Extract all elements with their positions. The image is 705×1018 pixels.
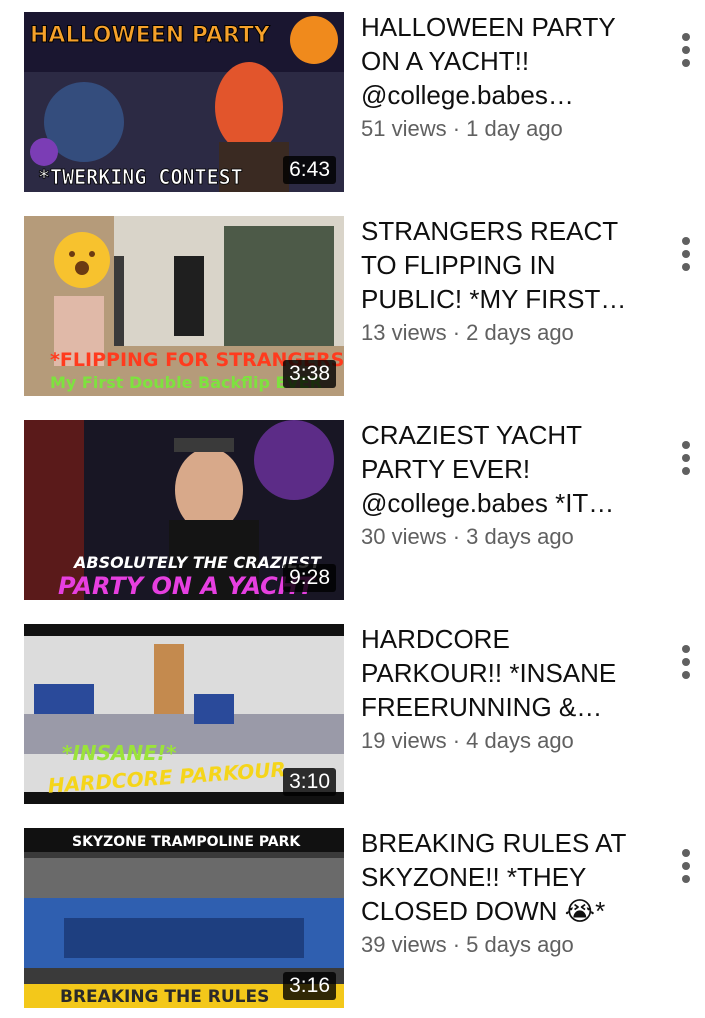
separator: · (446, 320, 467, 345)
video-stats: 13 views · 2 days ago (361, 318, 641, 348)
upload-age: 2 days ago (466, 320, 574, 345)
thumbnail-overlay-text: *TWERKING CONTEST (38, 165, 243, 189)
view-count: 51 views (361, 116, 447, 141)
thumbnail-overlay-text: SKYZONE TRAMPOLINE PARK (72, 834, 301, 850)
upload-age: 5 days ago (466, 932, 574, 957)
more-options-icon[interactable] (666, 436, 705, 480)
video-list: HALLOWEEN PARTY *TWERKING CONTEST 6:43 H… (0, 0, 705, 1018)
upload-age: 4 days ago (466, 728, 574, 753)
separator: · (446, 728, 467, 753)
video-meta[interactable]: CRAZIEST YACHT PARTY EVER! @college.babe… (361, 418, 641, 552)
duration-badge: 3:10 (283, 768, 336, 796)
view-count: 39 views (361, 932, 447, 957)
view-count: 13 views (361, 320, 447, 345)
video-thumbnail[interactable]: ABSOLUTELY THE CRAZIEST PARTY ON A YACHT… (24, 420, 344, 600)
video-meta[interactable]: STRANGERS REACT TO FLIPPING IN PUBLIC! *… (361, 214, 641, 348)
video-title[interactable]: STRANGERS REACT TO FLIPPING IN PUBLIC! *… (361, 214, 641, 316)
duration-badge: 3:16 (283, 972, 336, 1000)
thumbnail-overlay-text: PARTY ON A YACHT (58, 572, 316, 600)
video-stats: 51 views · 1 day ago (361, 114, 641, 144)
thumbnail-overlay-text: BREAKING THE RULES (60, 987, 269, 1007)
video-thumbnail[interactable]: *FLIPPING FOR STRANGERS My First Double … (24, 216, 344, 396)
separator: · (446, 932, 467, 957)
video-stats: 19 views · 4 days ago (361, 726, 641, 756)
video-title[interactable]: BREAKING RULES AT SKYZONE!! *THEY CLOSED… (361, 826, 641, 928)
more-options-icon[interactable] (666, 844, 705, 888)
video-title[interactable]: HALLOWEEN PARTY ON A YACHT!! @college.ba… (361, 10, 641, 112)
video-title[interactable]: HARDCORE PARKOUR!! *INSANE FREERUNNING &… (361, 622, 641, 724)
more-options-icon[interactable] (666, 232, 705, 276)
separator: · (446, 524, 467, 549)
video-meta[interactable]: HARDCORE PARKOUR!! *INSANE FREERUNNING &… (361, 622, 641, 756)
video-row[interactable]: *FLIPPING FOR STRANGERS My First Double … (0, 204, 705, 408)
video-thumbnail[interactable]: HALLOWEEN PARTY *TWERKING CONTEST 6:43 (24, 12, 344, 192)
upload-age: 1 day ago (466, 116, 563, 141)
duration-badge: 6:43 (283, 156, 336, 184)
video-row[interactable]: SKYZONE TRAMPOLINE PARK BREAKING THE RUL… (0, 816, 705, 1018)
video-row[interactable]: HALLOWEEN PARTY *TWERKING CONTEST 6:43 H… (0, 0, 705, 204)
upload-age: 3 days ago (466, 524, 574, 549)
video-row[interactable]: *INSANE!* HARDCORE PARKOUR 3:10 HARDCORE… (0, 612, 705, 816)
video-thumbnail[interactable]: SKYZONE TRAMPOLINE PARK BREAKING THE RUL… (24, 828, 344, 1008)
more-options-icon[interactable] (666, 28, 705, 72)
video-title[interactable]: CRAZIEST YACHT PARTY EVER! @college.babe… (361, 418, 641, 520)
separator: · (446, 116, 467, 141)
thumbnail-overlay-text: *INSANE!* (62, 741, 177, 765)
view-count: 30 views (361, 524, 447, 549)
video-meta[interactable]: HALLOWEEN PARTY ON A YACHT!! @college.ba… (361, 10, 641, 144)
view-count: 19 views (361, 728, 447, 753)
video-stats: 30 views · 3 days ago (361, 522, 641, 552)
duration-badge: 3:38 (283, 360, 336, 388)
video-meta[interactable]: BREAKING RULES AT SKYZONE!! *THEY CLOSED… (361, 826, 641, 960)
video-row[interactable]: ABSOLUTELY THE CRAZIEST PARTY ON A YACHT… (0, 408, 705, 612)
video-stats: 39 views · 5 days ago (361, 930, 641, 960)
more-options-icon[interactable] (666, 640, 705, 684)
video-thumbnail[interactable]: *INSANE!* HARDCORE PARKOUR 3:10 (24, 624, 344, 804)
thumbnail-overlay-text: HALLOWEEN PARTY (30, 23, 271, 48)
duration-badge: 9:28 (283, 564, 336, 592)
thumbnail-overlay-text: My First Double Backflip EVER (50, 373, 322, 392)
